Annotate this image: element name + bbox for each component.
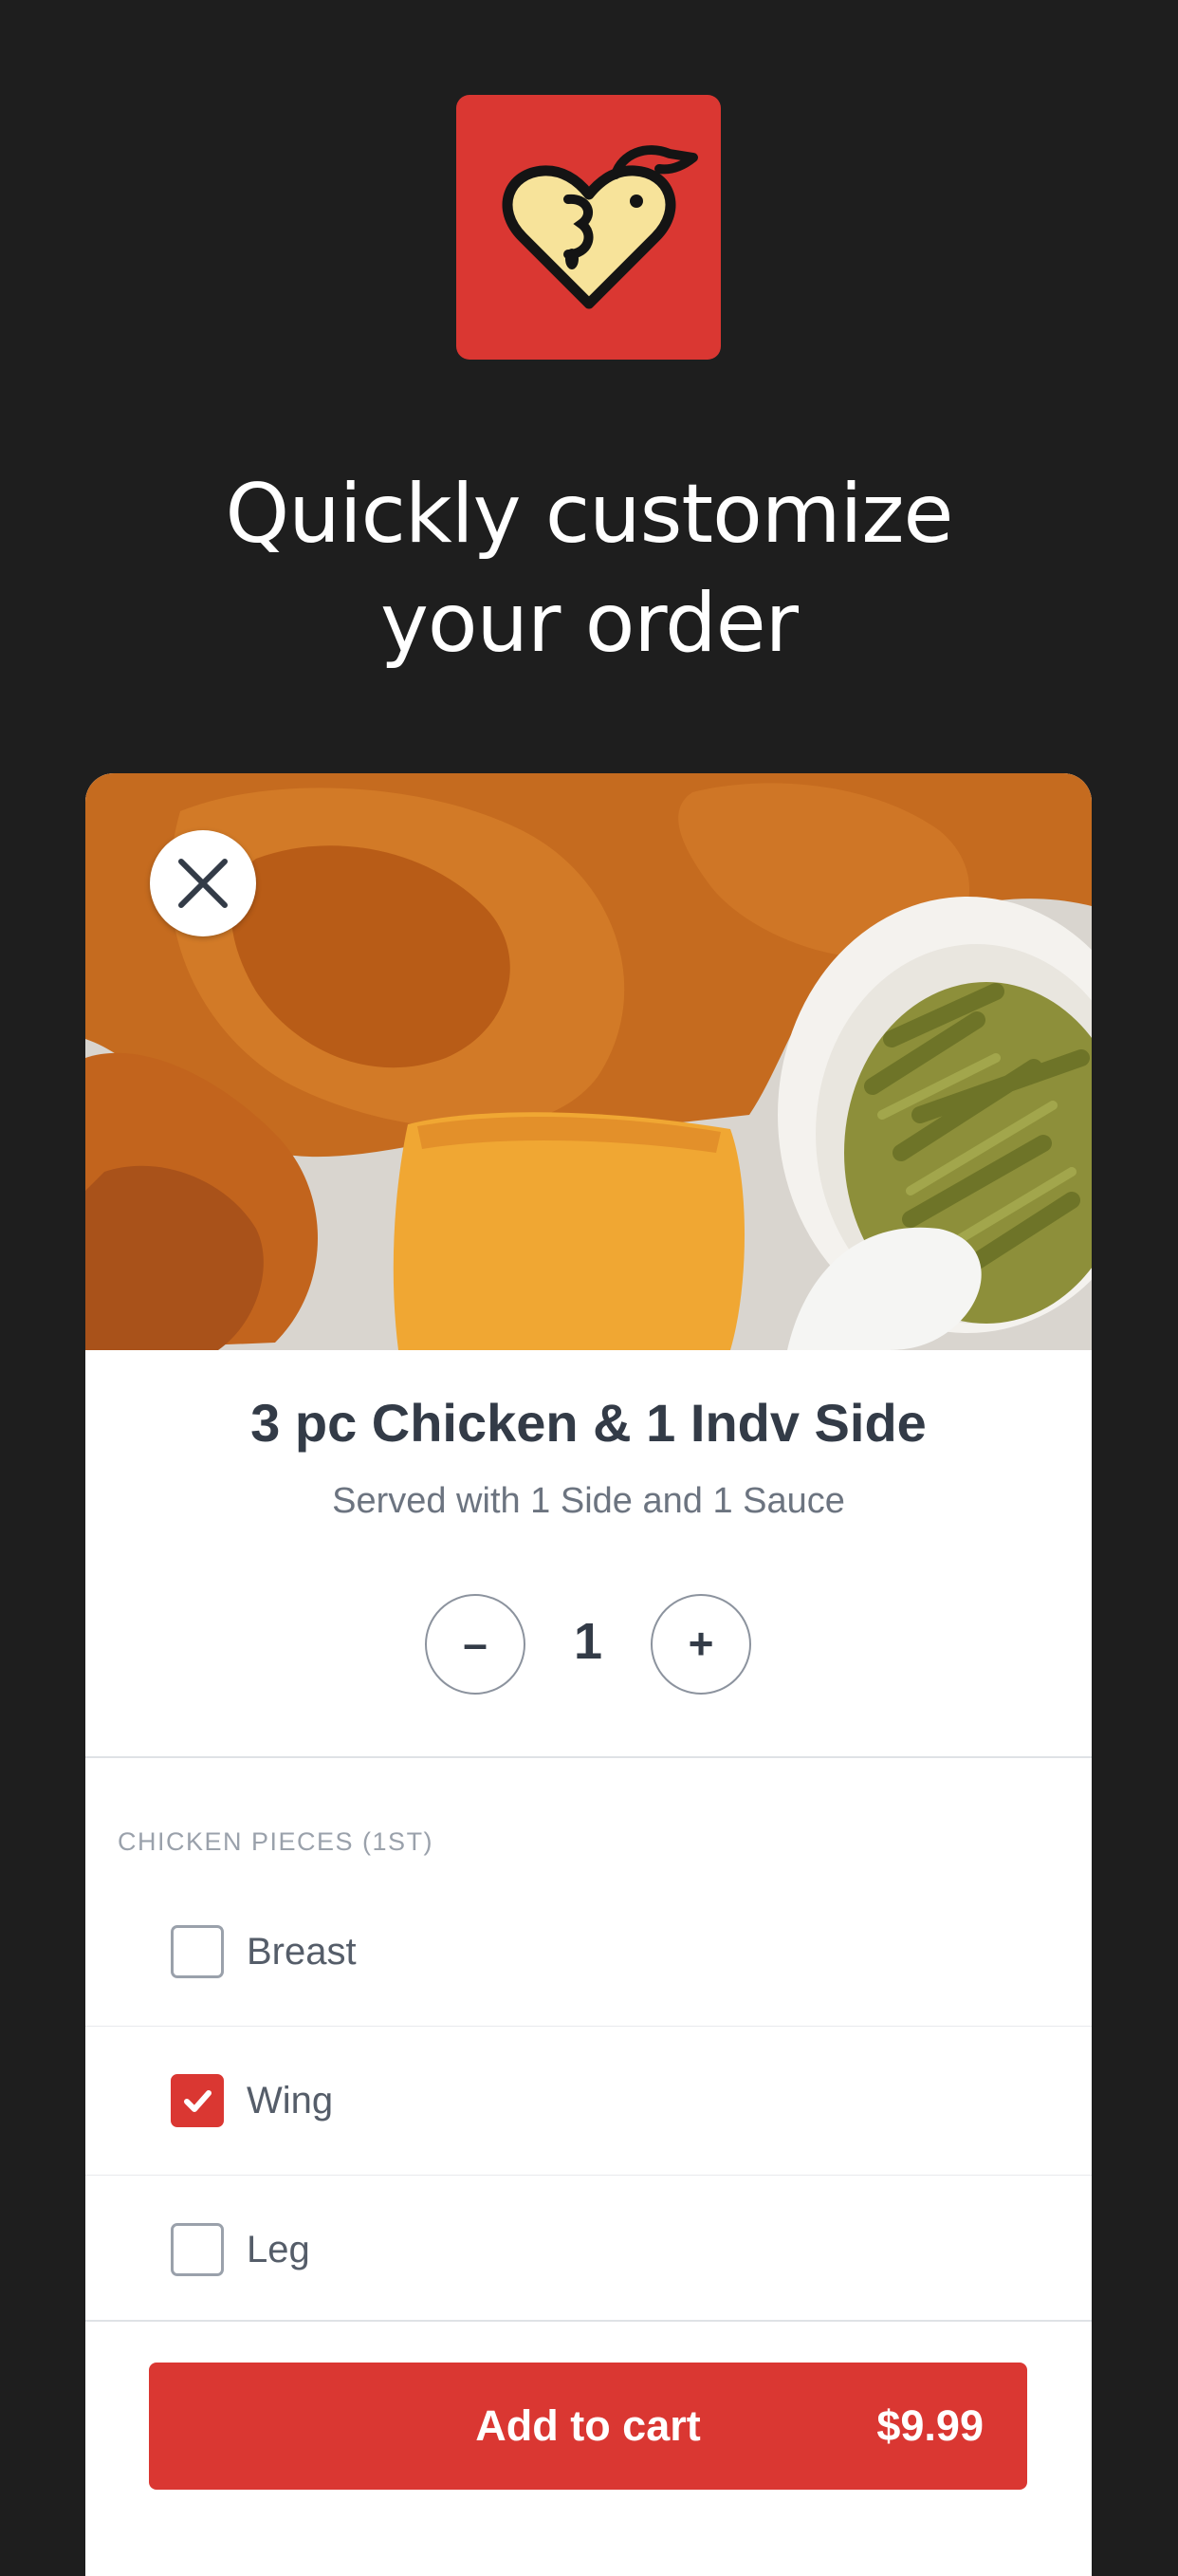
option-label: Wing <box>247 2080 334 2122</box>
item-description: Served with 1 Side and 1 Sauce <box>332 1481 845 1521</box>
customize-card: 3 pc Chicken & 1 Indv Side Served with 1… <box>85 773 1092 2576</box>
item-title: 3 pc Chicken & 1 Indv Side <box>250 1393 927 1453</box>
option-leg[interactable]: Leg <box>85 2176 1092 2324</box>
headline-line-2: your order <box>379 576 799 671</box>
wing-checkbox[interactable] <box>171 2074 224 2127</box>
headline-line-1: Quickly customize <box>225 467 954 562</box>
option-breast[interactable]: Breast <box>85 1878 1092 2026</box>
add-to-cart-button[interactable]: Add to cart $9.99 <box>149 2363 1027 2490</box>
headline: Quickly customize your order <box>0 460 1178 678</box>
option-wing[interactable]: Wing <box>85 2027 1092 2175</box>
checkmark-icon <box>184 2090 212 2112</box>
quantity-value: 1 <box>573 1613 603 1670</box>
heart-chicken-logo-icon <box>502 145 698 309</box>
section-label: CHICKEN PIECES (1ST) <box>118 1827 434 1856</box>
leg-checkbox[interactable] <box>171 2223 224 2276</box>
close-icon <box>178 859 228 908</box>
option-label: Leg <box>247 2229 310 2270</box>
increase-quantity-button[interactable]: + <box>651 1594 751 1695</box>
breast-checkbox[interactable] <box>171 1925 224 1978</box>
app-logo <box>456 95 721 360</box>
close-button[interactable] <box>150 830 256 936</box>
decrease-quantity-button[interactable]: – <box>425 1594 525 1695</box>
cart-footer: Add to cart $9.99 <box>85 2320 1092 2576</box>
divider <box>85 1756 1092 1758</box>
option-label: Breast <box>247 1931 357 1973</box>
cart-price: $9.99 <box>876 2401 984 2450</box>
